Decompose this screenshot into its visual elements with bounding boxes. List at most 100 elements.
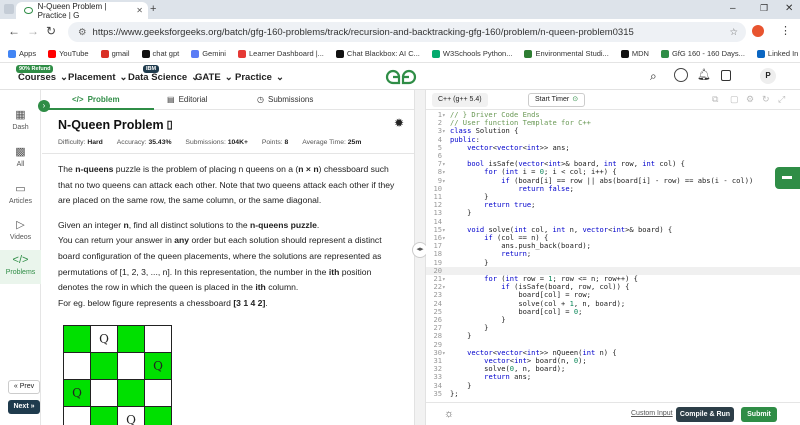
notes-icon[interactable] [721, 70, 731, 81]
rail-dash[interactable]: ▦ Dash [0, 108, 41, 131]
bookmark-item[interactable]: W3Schools Python... [431, 49, 512, 58]
bookmark-favicon-icon [335, 49, 344, 58]
bookmarks-bar: Apps YouTube gmail chat gpt Gemini Learner Da… [0, 45, 800, 63]
chevron-down-icon: ⌄ [224, 72, 233, 83]
start-timer-button[interactable]: Start Timer ⊙ [528, 93, 586, 107]
browser-tab-active[interactable]: N-Queen Problem | Practice | G ✕ [16, 1, 148, 20]
compile-run-button[interactable]: Compile & Run [676, 407, 734, 422]
bookmark-item[interactable]: chat gpt [141, 49, 180, 58]
bookmark-label: YouTube [59, 49, 89, 58]
tab-list-icon[interactable] [4, 4, 14, 14]
bug-report-icon[interactable]: ✹ [394, 116, 404, 130]
settings-icon[interactable]: ⚙ [746, 94, 754, 105]
custom-input-link[interactable]: Custom Input [631, 410, 673, 417]
board-cell [144, 379, 172, 407]
tab-submissions[interactable]: ◷ Submissions [257, 95, 313, 104]
board-cell [117, 379, 145, 407]
tab-problem-label: Problem [87, 95, 120, 104]
reload-icon[interactable]: ↻ [46, 24, 56, 38]
tab-title: N-Queen Problem | Practice | G [37, 1, 107, 20]
board-cell [90, 379, 118, 407]
file-icon[interactable]: ▢ [730, 94, 739, 105]
reset-icon[interactable]: ↻ [762, 94, 770, 105]
nav-practice[interactable]: Practice ⌄ [235, 72, 284, 83]
board-cell [63, 325, 91, 353]
nav-data-science[interactable]: Data Science ⌄ [128, 72, 199, 83]
profile-avatar[interactable] [752, 25, 764, 37]
bookmark-icon[interactable]: ▯ [167, 118, 173, 132]
text-run: The [58, 164, 76, 174]
maximize-icon[interactable]: ❐ [760, 3, 768, 14]
tab-editorial-label: Editorial [178, 95, 208, 104]
rail-videos[interactable]: ▷ Videos [0, 218, 41, 241]
bookmark-label: Linked In [767, 49, 799, 58]
text-run: For eg. below figure represents a chessb… [58, 297, 234, 308]
rail-all[interactable]: ▩ All [0, 145, 41, 168]
code-editor[interactable]: 1▾// } Driver Code Ends 2// User function… [426, 110, 800, 405]
tab-problem[interactable]: </> Problem [72, 95, 120, 104]
bookmark-item[interactable]: GfG 160 - 160 Days... [660, 49, 745, 58]
bookmark-item[interactable]: YouTube [48, 49, 89, 58]
bookmark-label: Learner Dashboard |... [248, 49, 324, 58]
feedback-tab[interactable]: ▬ [775, 167, 800, 189]
bookmark-item[interactable]: Apps [8, 49, 36, 58]
board-cell [117, 325, 145, 353]
queen-cell: Q [144, 352, 172, 380]
text-bold: n-queens puzzle [250, 219, 317, 230]
tab-submissions-label: Submissions [267, 95, 314, 104]
rail-articles[interactable]: ▭ Articles [0, 182, 41, 205]
close-window-icon[interactable]: ✕ [785, 3, 793, 14]
nav-data-science-label: Data Science [128, 72, 188, 83]
tab-editorial[interactable]: ▤ Editorial [167, 95, 207, 104]
theme-toggle-icon[interactable] [674, 68, 688, 82]
rail-problems[interactable]: </> Problems [0, 250, 41, 284]
browser-menu-icon[interactable]: ⋮ [780, 24, 791, 37]
points-label: Points: [261, 139, 285, 146]
bookmark-label: gmail [111, 49, 130, 58]
submissions-label: Submissions: [185, 139, 228, 146]
bell-icon[interactable]: 🔔︎ [697, 68, 711, 81]
user-avatar[interactable]: P [760, 68, 776, 84]
copy-icon[interactable]: ⧉ [712, 94, 718, 105]
bookmark-item[interactable]: Learner Dashboard |... [237, 49, 324, 58]
minimize-icon[interactable]: – [730, 3, 736, 14]
address-bar[interactable]: ⚙ https://www.geeksforgeeks.org/batch/gf… [68, 22, 746, 42]
bookmark-item[interactable]: Environmental Studi... [524, 49, 609, 58]
bookmark-item[interactable]: gmail [100, 49, 130, 58]
chevron-down-icon: ⌄ [119, 72, 128, 83]
site-info-icon[interactable]: ⚙ [78, 27, 87, 38]
language-select[interactable]: C++ (g++ 5.4) [432, 93, 488, 107]
gfg-logo[interactable] [384, 68, 418, 86]
nav-courses[interactable]: Courses ⌄ [18, 72, 68, 83]
board-cell [90, 352, 118, 380]
fullscreen-icon[interactable]: ⤢ [778, 94, 785, 105]
bookmark-star-icon[interactable]: ☆ [729, 27, 738, 38]
board-cell [63, 352, 91, 380]
nav-placement[interactable]: Placement ⌄ [68, 72, 128, 83]
time-value: 25m [347, 139, 362, 146]
nav-gate[interactable]: GATE ⌄ [195, 72, 233, 83]
bookmark-favicon-icon [141, 49, 150, 58]
new-tab-icon[interactable]: + [150, 3, 156, 15]
bookmark-item[interactable]: MDN [620, 49, 649, 58]
theme-sun-icon[interactable]: ☼ [444, 408, 454, 420]
bookmark-item[interactable]: Linked In [756, 49, 799, 58]
points-value: 8 [284, 139, 289, 146]
tab-close-icon[interactable]: ✕ [136, 6, 143, 15]
search-icon[interactable]: ⌕ [650, 69, 657, 84]
split-divider[interactable]: ◂▸ [412, 90, 428, 425]
code-line: 13 } [426, 209, 800, 217]
expand-rail-icon[interactable]: › [38, 100, 50, 112]
accuracy-label: Accuracy: [116, 139, 149, 146]
url-text: https://www.geeksforgeeks.org/batch/gfg-… [92, 26, 634, 38]
bookmark-item[interactable]: Gemini [191, 49, 226, 58]
bookmark-label: chat gpt [152, 49, 180, 58]
prev-button[interactable]: « Prev [8, 380, 40, 394]
back-icon[interactable]: ← [8, 24, 20, 38]
bookmark-favicon-icon [660, 49, 669, 58]
submit-button[interactable]: Submit [741, 407, 777, 422]
next-button[interactable]: Next » [8, 400, 40, 414]
bookmark-item[interactable]: Chat Blackbox: AI C... [335, 49, 420, 58]
bookmark-label: Chat Blackbox: AI C... [346, 49, 420, 58]
forward-icon[interactable]: → [27, 24, 39, 38]
